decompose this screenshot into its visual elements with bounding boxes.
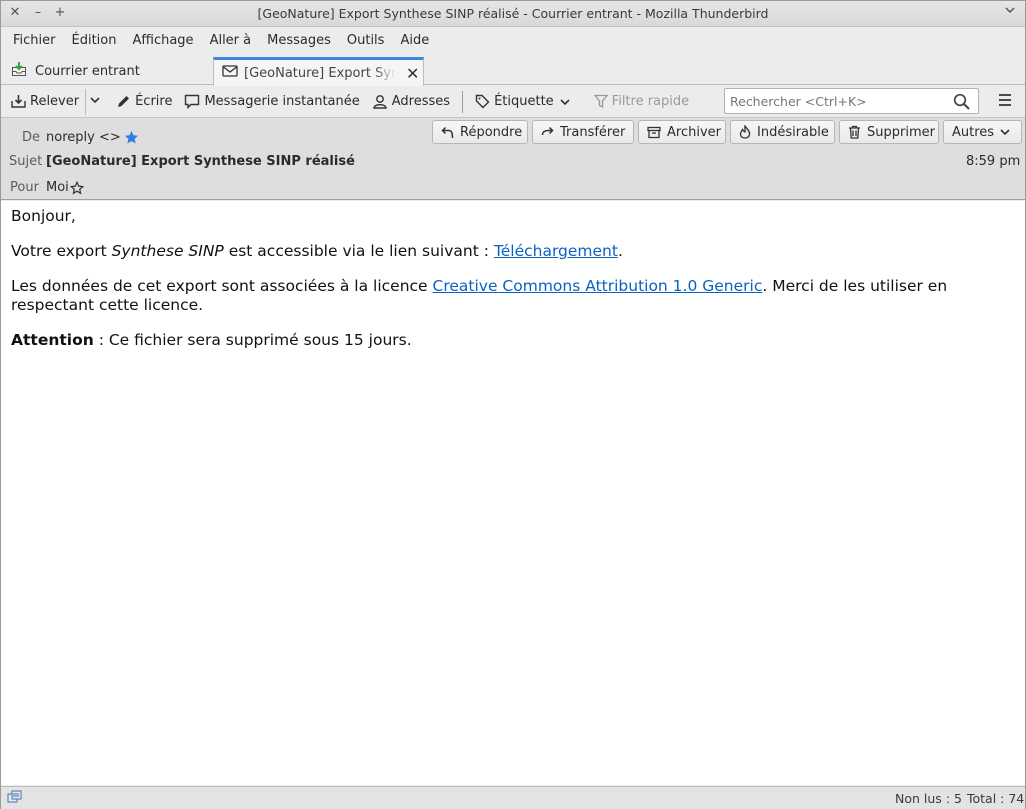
more-label: Autres <box>952 124 995 140</box>
more-button[interactable]: Autres <box>943 120 1022 144</box>
from-label: De <box>22 130 41 145</box>
body-text: Les données de cet export sont associées… <box>11 277 433 295</box>
toolbar-separator <box>462 90 464 113</box>
archive-button[interactable]: Archiver <box>638 120 726 144</box>
download-link[interactable]: Téléchargement <box>494 242 618 260</box>
address-book-label: Adresses <box>391 94 451 109</box>
tab-message-label: [GeoNature] Export Synthese SINP réalisé <box>244 65 396 81</box>
menu-aide[interactable]: Aide <box>392 29 437 53</box>
body-text: : Ce fichier sera supprimé sous 15 jours… <box>93 331 412 349</box>
status-bar: Non lus : 5 Total : 74 <box>1 786 1025 809</box>
menu-bar: Fichier Édition Affichage Aller à Messag… <box>1 28 1025 54</box>
window-title: [GeoNature] Export Synthese SINP réalisé… <box>257 6 769 21</box>
filter-icon <box>593 94 608 109</box>
search-input[interactable] <box>725 89 945 113</box>
attention-label: Attention <box>11 331 94 349</box>
from-field[interactable]: noreply <> <box>46 130 139 145</box>
body-text: est accessible via le lien suivant : <box>223 242 494 260</box>
write-label: Écrire <box>135 94 173 109</box>
star-outline-icon[interactable] <box>69 180 84 195</box>
menu-fichier[interactable]: Fichier <box>5 29 64 53</box>
main-toolbar: Relever Écrire Messagerie instantanée Ad… <box>1 86 1025 117</box>
tag-button[interactable]: Étiquette <box>469 89 576 115</box>
menu-messages[interactable]: Messages <box>259 29 339 53</box>
delete-label: Supprimer <box>867 124 935 140</box>
star-filled-icon[interactable] <box>124 130 139 145</box>
total-count: Total : 74 <box>967 791 1025 806</box>
archive-label: Archiver <box>667 124 721 140</box>
envelope-icon <box>222 64 238 82</box>
search-icon[interactable] <box>953 93 970 114</box>
chevron-down-icon <box>1000 127 1010 137</box>
forward-button[interactable]: Transférer <box>532 120 634 144</box>
address-book-button[interactable]: Adresses <box>366 89 456 115</box>
junk-button[interactable]: Indésirable <box>730 120 835 144</box>
subject-label: Sujet <box>9 154 43 169</box>
hamburger-menu-icon[interactable] <box>997 93 1013 111</box>
message-time: 8:59 pm <box>966 154 1021 169</box>
greeting-text: Bonjour, <box>11 207 76 225</box>
archive-box-icon <box>647 126 661 139</box>
chat-label: Messagerie instantanée <box>204 94 360 109</box>
body-paragraph-3: Attention : Ce fichier sera supprimé sou… <box>11 331 1015 350</box>
license-link[interactable]: Creative Commons Attribution 1.0 Generic <box>433 277 763 295</box>
reply-icon <box>441 126 454 139</box>
menu-outils[interactable]: Outils <box>339 29 393 53</box>
menu-edition[interactable]: Édition <box>64 29 125 53</box>
body-paragraph-1: Votre export Synthese SINP est accessibl… <box>11 242 1015 261</box>
reply-button[interactable]: Répondre <box>432 120 528 144</box>
activity-manager-icon[interactable] <box>7 790 23 807</box>
reply-label: Répondre <box>460 124 523 140</box>
tab-close-icon[interactable]: ✕ <box>406 64 419 83</box>
message-body: Bonjour, Votre export Synthese SINP est … <box>1 201 1025 785</box>
get-mail-label: Relever <box>30 94 80 109</box>
to-label: Pour <box>10 180 39 195</box>
inbox-icon <box>11 61 27 81</box>
flame-icon <box>739 125 751 139</box>
menu-affichage[interactable]: Affichage <box>124 29 201 53</box>
search-box[interactable] <box>724 88 979 114</box>
message-header: De noreply <> Sujet [GeoNature] Export S… <box>1 117 1025 200</box>
delete-button[interactable]: Supprimer <box>839 120 939 144</box>
quick-filter-button[interactable]: Filtre rapide <box>588 89 695 115</box>
tab-inbox-label: Courrier entrant <box>35 63 140 79</box>
unread-count: Non lus : 5 <box>895 791 962 806</box>
subject-value: [GeoNature] Export Synthese SINP réalisé <box>46 154 355 169</box>
title-bar: ✕ – + [GeoNature] Export Synthese SINP r… <box>1 1 1025 27</box>
get-mail-dropdown[interactable] <box>85 88 104 115</box>
chevron-down-icon <box>560 97 570 107</box>
get-mail-button[interactable]: Relever <box>1 89 85 115</box>
tag-icon <box>475 94 490 109</box>
window-menu-chevron-icon[interactable] <box>1005 5 1015 18</box>
chat-bubble-icon <box>184 94 200 109</box>
chevron-down-icon <box>90 94 100 109</box>
junk-label: Indésirable <box>757 124 829 140</box>
body-paragraph-2: Les données de cet export sont associées… <box>11 277 1015 315</box>
tab-inbox[interactable]: Courrier entrant <box>5 57 210 85</box>
quick-filter-label: Filtre rapide <box>611 94 690 109</box>
write-button[interactable]: Écrire <box>110 89 178 115</box>
tab-bar: Courrier entrant [GeoNature] Export Synt… <box>1 55 1025 86</box>
pencil-icon <box>116 94 131 109</box>
chat-button[interactable]: Messagerie instantanée <box>178 89 365 115</box>
export-name: Synthese SINP <box>111 242 224 260</box>
forward-arrow-icon <box>541 126 554 139</box>
forward-label: Transférer <box>560 124 626 140</box>
trash-icon <box>848 125 861 139</box>
tag-label: Étiquette <box>494 94 554 109</box>
from-value: noreply <> <box>46 130 121 145</box>
download-icon <box>11 94 26 109</box>
to-field[interactable]: Moi <box>46 180 84 195</box>
body-text: Votre export <box>11 242 112 260</box>
tab-message[interactable]: [GeoNature] Export Synthese SINP réalisé… <box>213 57 424 86</box>
menu-aller-a[interactable]: Aller à <box>202 29 260 53</box>
to-value: Moi <box>46 180 69 195</box>
body-text: . <box>617 242 623 260</box>
contacts-icon <box>372 94 388 109</box>
thunderbird-window: ✕ – + [GeoNature] Export Synthese SINP r… <box>0 0 1026 809</box>
